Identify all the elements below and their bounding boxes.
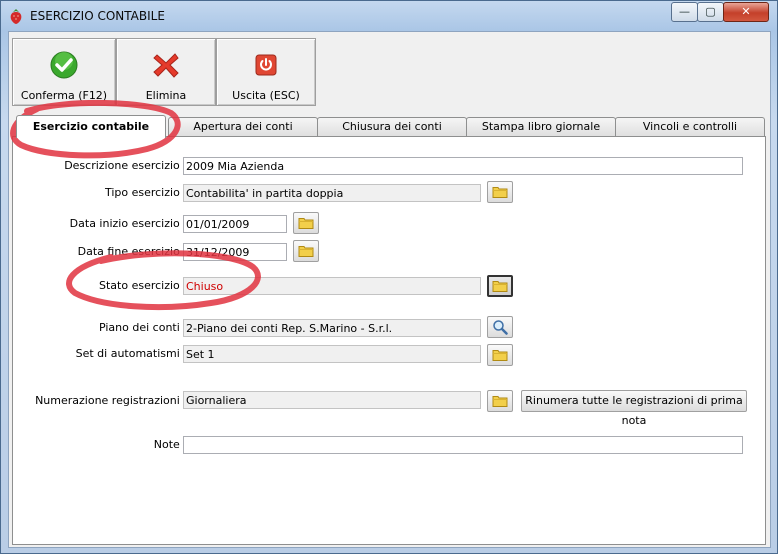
elimina-label: Elimina <box>145 89 187 102</box>
window: ESERCIZIO CONTABILE — ▢ ✕ Conferma (F12)… <box>0 0 778 554</box>
folder-icon <box>492 350 508 361</box>
tipo-field: Contabilita' in partita doppia <box>183 184 481 202</box>
data-fine-button[interactable] <box>293 240 319 262</box>
tab-stampa-libro-giornale[interactable]: Stampa libro giornale <box>466 117 616 137</box>
elimina-button[interactable]: Elimina <box>116 38 216 106</box>
folder-icon <box>298 218 314 229</box>
magnifier-icon <box>493 320 508 335</box>
tab-strip: Esercizio contabile Apertura dei conti C… <box>12 115 765 138</box>
note-field[interactable] <box>183 436 743 454</box>
rinumera-button[interactable]: Rinumera tutte le registrazioni di prima… <box>521 390 747 427</box>
descrizione-label: Descrizione esercizio : <box>64 159 187 172</box>
data-fine-label: Data fine esercizio : <box>77 245 187 258</box>
data-inizio-label: Data inizio esercizio : <box>69 217 187 230</box>
toolbar: Conferma (F12) Elimina Uscita (ESC) <box>12 38 332 106</box>
stato-label: Stato esercizio : <box>99 279 187 292</box>
tab-vincoli-e-controlli[interactable]: Vincoli e controlli <box>615 117 765 137</box>
red-x-icon <box>153 53 179 78</box>
piano-label: Piano dei conti : <box>98 321 187 334</box>
tab-chiusura-dei-conti[interactable]: Chiusura dei conti <box>317 117 467 137</box>
numerazione-browse-button[interactable] <box>487 390 513 412</box>
close-button[interactable]: ✕ <box>723 2 769 22</box>
set-browse-button[interactable] <box>487 344 513 366</box>
note-label: Note : <box>153 438 187 451</box>
folder-icon <box>298 246 314 257</box>
window-title: ESERCIZIO CONTABILE <box>30 9 165 23</box>
minimize-button[interactable]: — <box>671 2 698 22</box>
numerazione-field: Giornaliera <box>183 391 481 409</box>
client-area: Conferma (F12) Elimina Uscita (ESC) Eser… <box>8 31 771 548</box>
check-icon <box>50 51 78 79</box>
tipo-browse-button[interactable] <box>487 181 513 203</box>
numerazione-label: Numerazione registrazioni : <box>35 394 187 407</box>
tab-esercizio-contabile[interactable]: Esercizio contabile <box>16 115 166 138</box>
folder-icon <box>492 187 508 198</box>
title-bar[interactable]: ESERCIZIO CONTABILE — ▢ ✕ <box>1 1 777 31</box>
uscita-button[interactable]: Uscita (ESC) <box>216 38 316 106</box>
tipo-label: Tipo esercizio : <box>104 186 187 199</box>
maximize-button[interactable]: ▢ <box>697 2 724 22</box>
stato-field: Chiuso <box>183 277 481 295</box>
data-fine-field[interactable]: 31/12/2009 <box>183 243 287 261</box>
tab-apertura-dei-conti[interactable]: Apertura dei conti <box>168 117 318 137</box>
data-inizio-field[interactable]: 01/01/2009 <box>183 215 287 233</box>
tab-panel-esercizio: Descrizione esercizio : 2009 Mia Azienda… <box>12 136 766 545</box>
folder-icon <box>492 396 508 407</box>
set-label: Set di automatismi : <box>75 347 187 360</box>
set-field: Set 1 <box>183 345 481 363</box>
folder-icon <box>492 281 508 292</box>
descrizione-field[interactable]: 2009 Mia Azienda <box>183 157 743 175</box>
piano-search-button[interactable] <box>487 316 513 338</box>
data-inizio-button[interactable] <box>293 212 319 234</box>
strawberry-app-icon <box>10 9 22 24</box>
stato-browse-button[interactable] <box>487 275 513 297</box>
uscita-label: Uscita (ESC) <box>232 89 300 102</box>
conferma-button[interactable]: Conferma (F12) <box>12 38 116 106</box>
power-icon <box>255 54 277 76</box>
conferma-label: Conferma (F12) <box>20 89 108 102</box>
piano-field: 2-Piano dei conti Rep. S.Marino - S.r.l. <box>183 319 481 337</box>
